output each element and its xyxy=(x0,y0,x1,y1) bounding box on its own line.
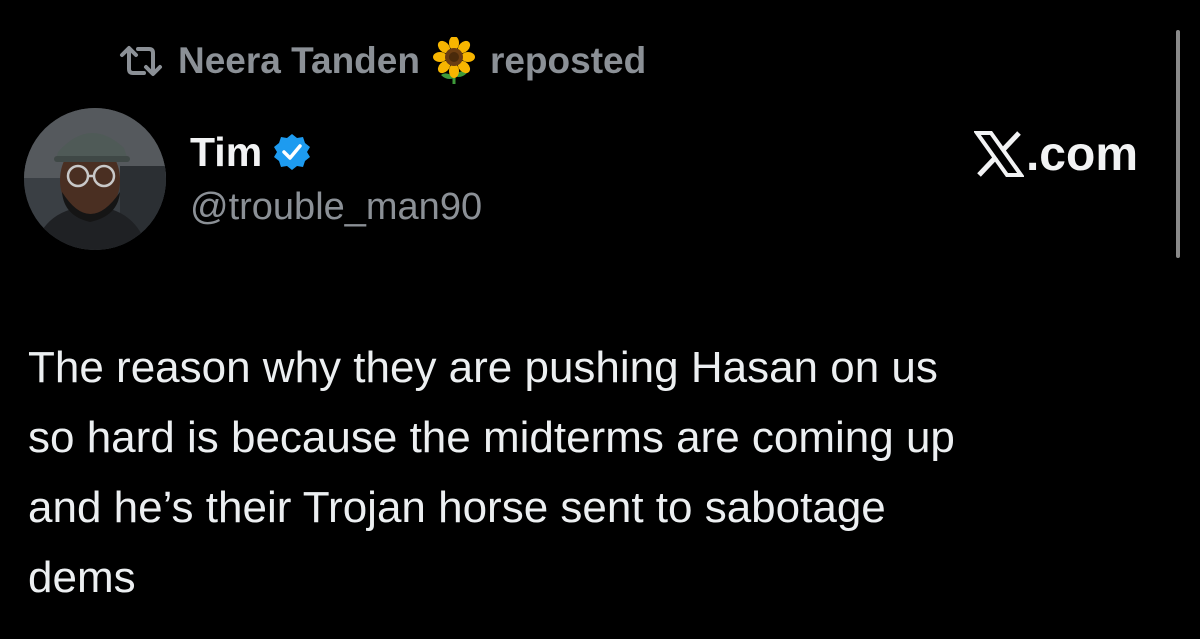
brand-watermark: .com xyxy=(973,124,1138,184)
reposter-name[interactable]: Neera Tanden xyxy=(178,40,420,82)
tweet-line: so hard is because the midterms are comi… xyxy=(28,413,955,462)
verified-badge-icon xyxy=(272,132,312,172)
repost-header: Neera Tanden reposted xyxy=(118,37,647,85)
x-logo-icon xyxy=(973,130,1024,178)
avatar[interactable] xyxy=(24,108,166,250)
tweet-body: The reason why they are pushing Hasan on… xyxy=(28,333,1158,613)
tweet-line: dems xyxy=(28,553,136,602)
brand-suffix: .com xyxy=(1025,127,1138,181)
author-handle[interactable]: @trouble_man90 xyxy=(190,186,482,229)
tweet-line: The reason why they are pushing Hasan on… xyxy=(28,343,938,392)
author-name-row[interactable]: Tim xyxy=(190,126,312,178)
repost-icon xyxy=(118,43,164,79)
repost-action-label: reposted xyxy=(489,40,647,81)
tweet-line: and he’s their Trojan horse sent to sabo… xyxy=(28,483,886,532)
scrollbar[interactable] xyxy=(1176,30,1180,258)
sunflower-icon xyxy=(432,37,476,85)
author-display-name[interactable]: Tim xyxy=(190,129,262,176)
